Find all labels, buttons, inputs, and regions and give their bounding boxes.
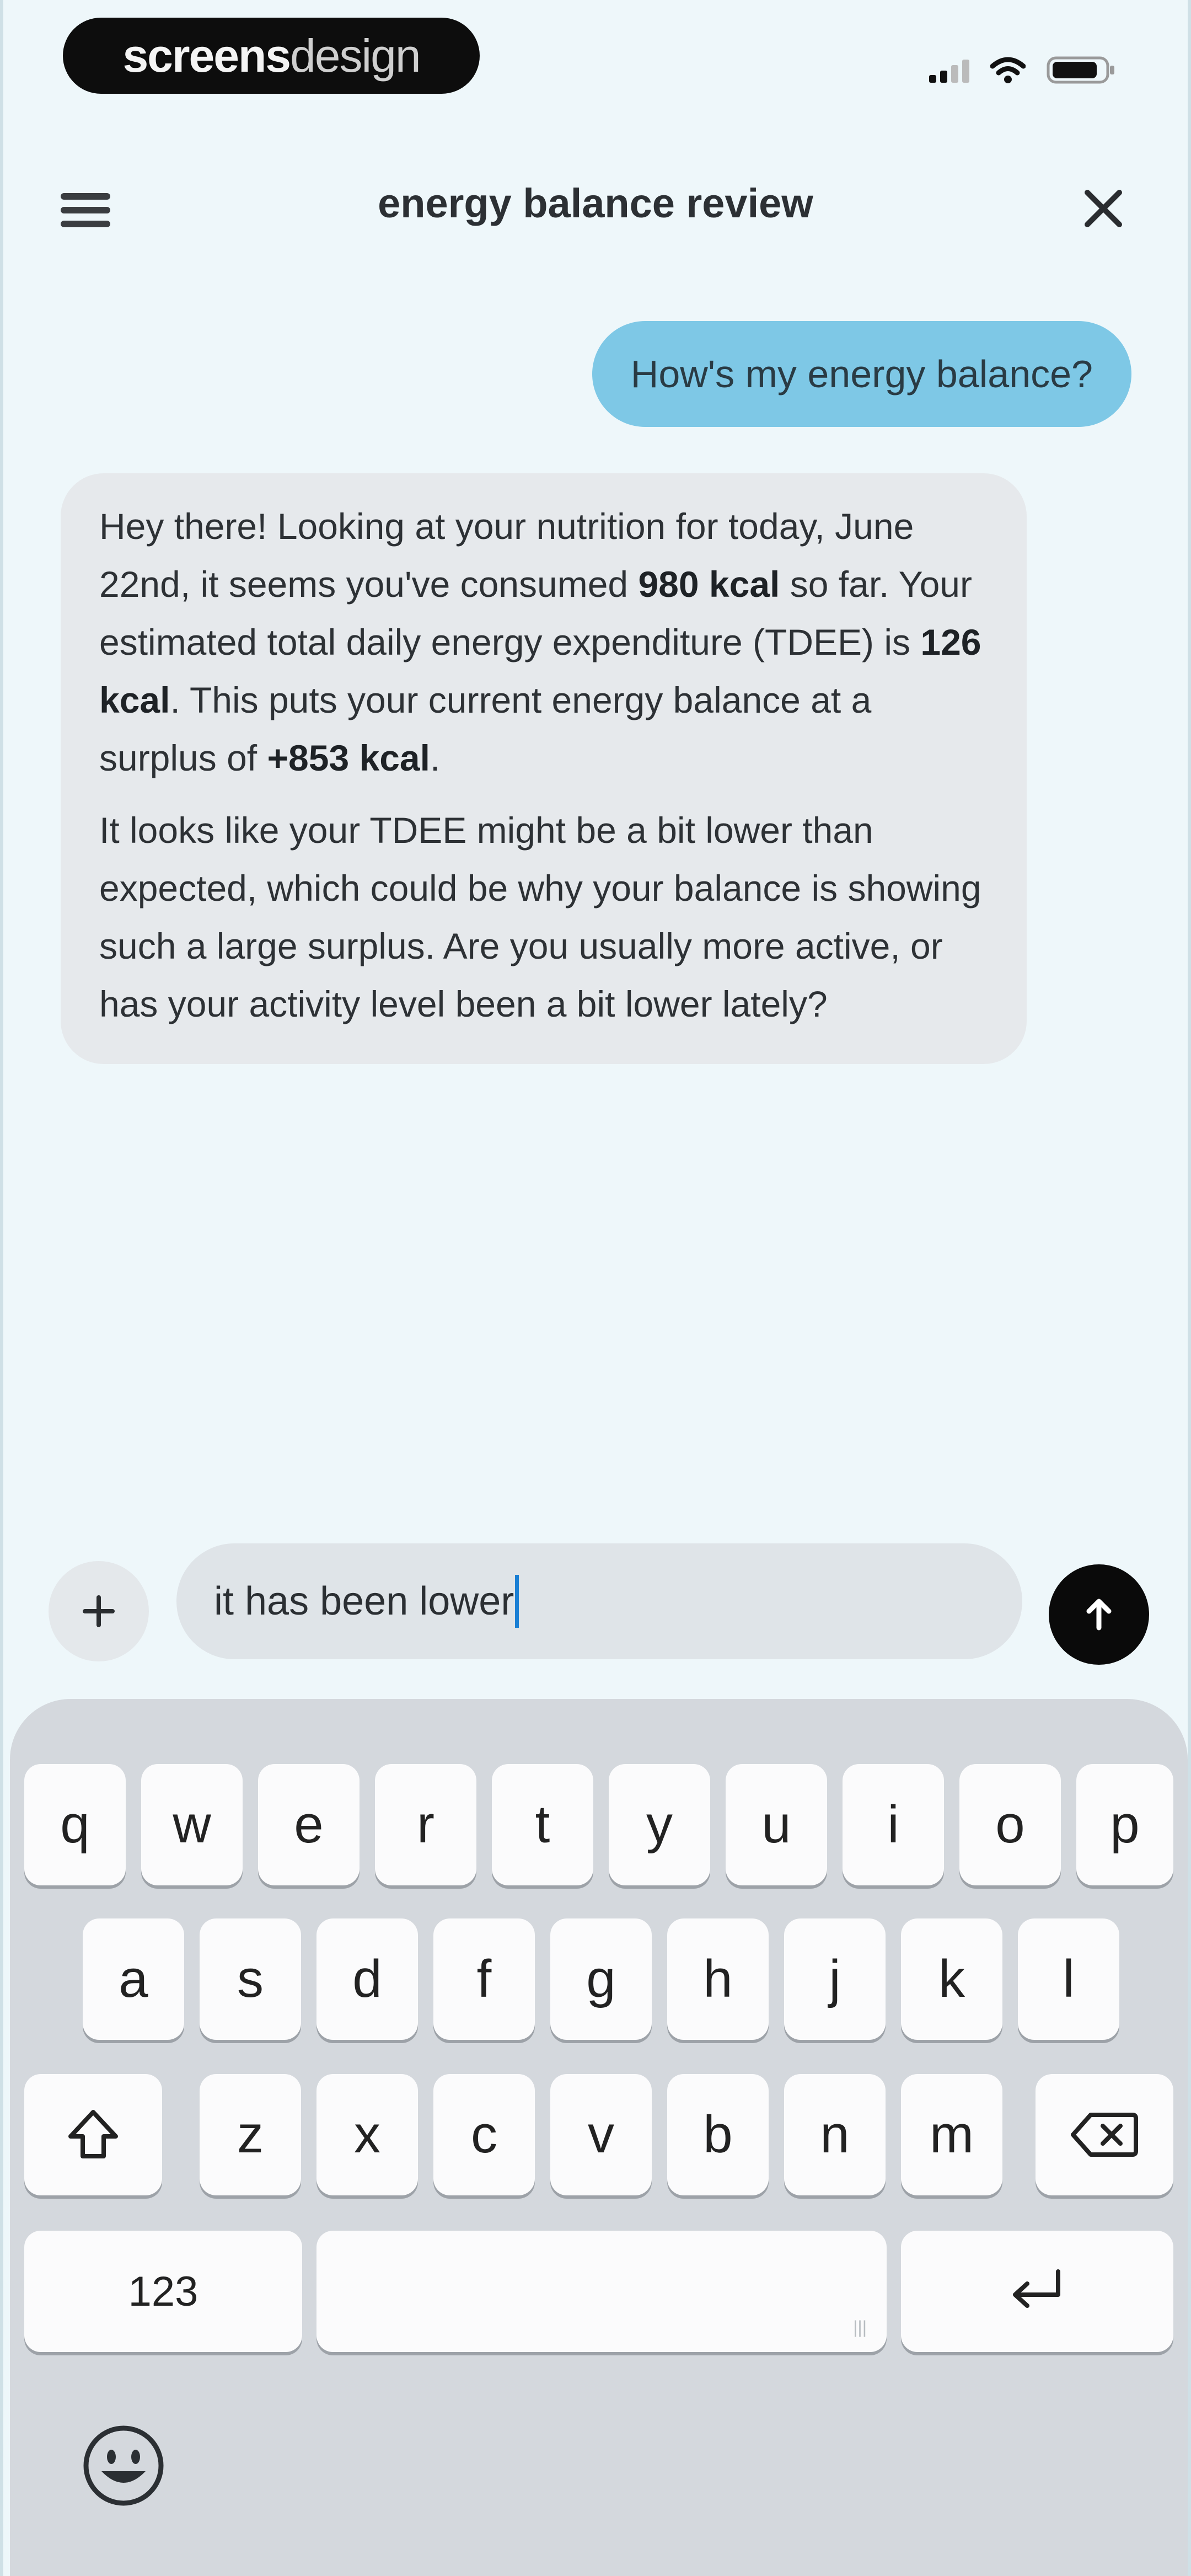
key-b[interactable]: b xyxy=(667,2074,769,2195)
key-h[interactable]: h xyxy=(667,1918,769,2040)
key-t[interactable]: t xyxy=(492,1764,593,1885)
surplus-value: +853 kcal xyxy=(267,737,430,778)
key-a[interactable]: a xyxy=(83,1918,184,2040)
emoji-button[interactable] xyxy=(79,2422,168,2510)
message-input-value: it has been lower xyxy=(214,1579,514,1623)
key-v[interactable]: v xyxy=(550,2074,652,2195)
assistant-paragraph-1: Hey there! Looking at your nutrition for… xyxy=(99,506,981,778)
close-icon xyxy=(1085,190,1122,227)
key-n[interactable]: n xyxy=(784,2074,886,2195)
key-d[interactable]: d xyxy=(316,1918,418,2040)
key-u[interactable]: u xyxy=(726,1764,827,1885)
onscreen-keyboard: q w e r t y u i o p a s d f g h j k l z … xyxy=(10,1699,1188,2576)
status-icons xyxy=(929,51,1116,89)
key-z[interactable]: z xyxy=(200,2074,301,2195)
assistant-paragraph-2: It looks like your TDEE might be a bit l… xyxy=(99,810,981,1024)
battery-icon xyxy=(1047,55,1116,85)
assistant-message-bubble: Hey there! Looking at your nutrition for… xyxy=(61,473,1027,1064)
brand-logo: screens design xyxy=(63,18,480,94)
return-icon xyxy=(1013,2269,1060,2308)
message-input[interactable]: it has been lower xyxy=(176,1543,1022,1659)
key-o[interactable]: o xyxy=(959,1764,1061,1885)
shift-icon xyxy=(68,2110,118,2158)
return-key[interactable] xyxy=(901,2231,1173,2352)
key-c[interactable]: c xyxy=(433,2074,535,2195)
shift-key[interactable] xyxy=(24,2074,162,2195)
key-k[interactable]: k xyxy=(901,1918,1002,2040)
send-button[interactable] xyxy=(1049,1564,1149,1665)
app-screen: screens design energy balance review How… xyxy=(0,0,1191,2576)
key-x[interactable]: x xyxy=(316,2074,418,2195)
backspace-key[interactable] xyxy=(1036,2074,1173,2195)
key-l[interactable]: l xyxy=(1018,1918,1119,2040)
space-key[interactable]: ||| xyxy=(316,2231,887,2352)
space-hint: ||| xyxy=(853,2317,867,2337)
key-e[interactable]: e xyxy=(258,1764,360,1885)
attach-button[interactable] xyxy=(49,1561,149,1661)
key-i[interactable]: i xyxy=(843,1764,944,1885)
cellular-signal-icon xyxy=(929,57,969,83)
arrow-up-icon xyxy=(1086,1599,1112,1631)
key-g[interactable]: g xyxy=(550,1918,652,2040)
consumed-value: 980 kcal xyxy=(638,564,780,605)
brand-bold-text: screens xyxy=(122,29,291,82)
key-w[interactable]: w xyxy=(141,1764,243,1885)
wifi-icon xyxy=(990,56,1026,84)
key-p[interactable]: p xyxy=(1076,1764,1173,1885)
message-composer: it has been lower xyxy=(3,1539,1188,1666)
user-message-bubble: How's my energy balance? xyxy=(592,321,1131,427)
key-f[interactable]: f xyxy=(433,1918,535,2040)
key-r[interactable]: r xyxy=(375,1764,476,1885)
chat-header: energy balance review xyxy=(3,132,1188,276)
status-bar: screens design xyxy=(3,0,1188,110)
page-title: energy balance review xyxy=(378,180,813,226)
key-m[interactable]: m xyxy=(901,2074,1002,2195)
key-q[interactable]: q xyxy=(24,1764,126,1885)
plus-icon xyxy=(83,1595,115,1627)
key-y[interactable]: y xyxy=(609,1764,710,1885)
key-j[interactable]: j xyxy=(784,1918,886,2040)
emoji-icon xyxy=(83,2425,164,2506)
backspace-icon xyxy=(1071,2113,1138,2157)
brand-light-text: design xyxy=(290,29,421,82)
key-s[interactable]: s xyxy=(200,1918,301,2040)
close-button[interactable] xyxy=(1080,185,1127,232)
numbers-key[interactable]: 123 xyxy=(24,2231,302,2352)
text-caret xyxy=(515,1575,519,1628)
